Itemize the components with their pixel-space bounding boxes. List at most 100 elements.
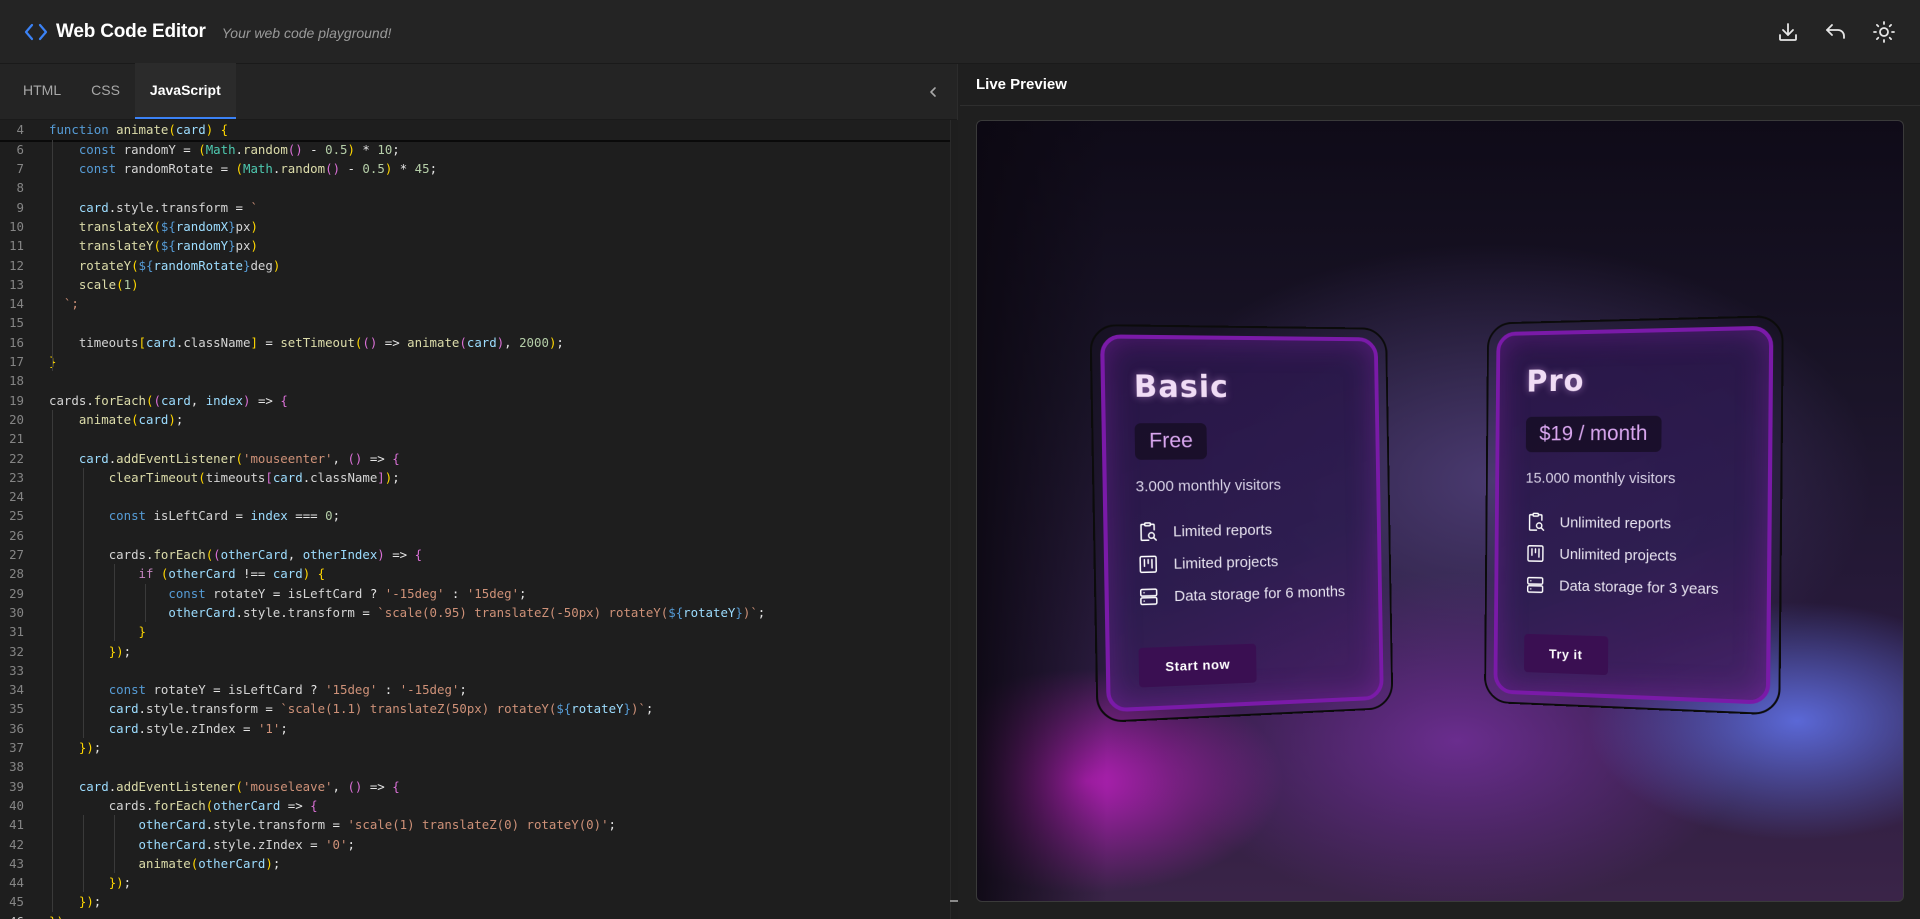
code-line[interactable]: 10 translateX(${randomX}px): [0, 217, 950, 236]
line-number: 37: [9, 740, 24, 755]
line-number: 28: [9, 566, 24, 582]
kanban-board-icon: [1137, 553, 1160, 576]
indent-guide: [145, 583, 146, 623]
code-line[interactable]: 40 cards.forEach(otherCard => {: [0, 796, 950, 815]
code-line[interactable]: 20 animate(card);: [0, 410, 950, 429]
preview-title: Live Preview: [960, 64, 1920, 106]
code-line[interactable]: 16 timeouts[card.className] = setTimeout…: [0, 333, 950, 352]
indent-guide: [52, 409, 53, 912]
line-number: 22: [9, 450, 24, 466]
sun-icon[interactable]: [1872, 20, 1896, 44]
card-body: Pro $19 / month 15.000 monthly visitors …: [1493, 325, 1774, 705]
code-line[interactable]: 4 function animate(card) {: [0, 120, 950, 139]
start-now-button[interactable]: Start now: [1138, 643, 1257, 688]
code-line[interactable]: 33: [0, 661, 950, 680]
code-line[interactable]: 31 }: [0, 622, 950, 641]
line-number: 42: [9, 836, 24, 852]
line-number: 10: [9, 218, 24, 234]
code-line[interactable]: 7 const randomRotate = (Math.random() - …: [0, 159, 950, 178]
line-number: 44: [9, 875, 24, 891]
plan-price: $19 / month: [1525, 415, 1662, 453]
plan-visitors: 3.000 monthly visitors: [1135, 476, 1282, 496]
code-line[interactable]: 38: [0, 757, 950, 776]
code-line[interactable]: 46});: [0, 912, 950, 919]
line-number: 13: [9, 276, 24, 292]
line-number: 16: [9, 334, 24, 350]
code-line[interactable]: 29 const rotateY = isLeftCard ? '-15deg'…: [0, 584, 950, 603]
code-line[interactable]: 42 otherCard.style.zIndex = '0';: [0, 835, 950, 854]
clipboard-search-icon: [1136, 520, 1159, 543]
undo-icon[interactable]: [1824, 20, 1848, 44]
code-line[interactable]: 25 const isLeftCard = index === 0;: [0, 506, 950, 525]
app-header: Web Code Editor Your web code playground…: [0, 0, 1920, 64]
line-number: 14: [9, 296, 24, 312]
code-line[interactable]: 6 const randomY = (Math.random() - 0.5) …: [0, 140, 950, 159]
code-line[interactable]: 39 card.addEventListener('mouseleave', (…: [0, 777, 950, 796]
preview-frame[interactable]: Basic Free 3.000 monthly visitors Limite…: [976, 120, 1904, 902]
line-number: 12: [9, 257, 24, 273]
plan-price: Free: [1134, 423, 1208, 460]
code-line[interactable]: 35 card.style.transform = `scale(1.1) tr…: [0, 699, 950, 718]
code-line[interactable]: 41 otherCard.style.transform = 'scale(1)…: [0, 815, 950, 834]
tab-html[interactable]: HTML: [8, 63, 76, 119]
code-line[interactable]: 44 });: [0, 873, 950, 892]
line-number: 40: [9, 797, 24, 813]
code-line[interactable]: 17}: [0, 352, 950, 371]
code-line[interactable]: 15: [0, 313, 950, 332]
code-line[interactable]: 36 card.style.zIndex = '1';: [0, 719, 950, 738]
line-number: 34: [9, 682, 24, 698]
plan-name: Basic: [1133, 369, 1230, 405]
line-number: 7: [16, 161, 24, 176]
pricing-card-basic[interactable]: Basic Free 3.000 monthly visitors Limite…: [1089, 323, 1394, 724]
code-editor[interactable]: 4 function animate(card) {6 const randomY…: [0, 120, 958, 919]
editor-scrollbar[interactable]: [950, 120, 958, 919]
tab-javascript[interactable]: JavaScript: [134, 63, 236, 119]
code-line[interactable]: 11 translateY(${randomY}px): [0, 236, 950, 255]
line-number: 30: [9, 604, 24, 620]
code-line[interactable]: 30 otherCard.style.transform = `scale(0.…: [0, 603, 950, 622]
code-line[interactable]: 37 });: [0, 738, 950, 757]
feature-label: Unlimited projects: [1559, 545, 1677, 565]
indent-guide: [83, 815, 84, 893]
code-line[interactable]: 28 if (otherCard !== card) {: [0, 564, 950, 583]
code-line[interactable]: 24: [0, 487, 950, 506]
feature-item: Data storage for 6 months: [1137, 575, 1351, 613]
code-line[interactable]: 13 scale(1): [0, 275, 950, 294]
tab-css[interactable]: CSS: [76, 63, 135, 119]
indent-guide: [83, 467, 84, 738]
kanban-board-icon: [1525, 543, 1546, 565]
line-number: 17: [9, 354, 24, 369]
code-line[interactable]: 12 rotateY(${randomRotate}deg): [0, 256, 950, 275]
code-line[interactable]: 43 animate(otherCard);: [0, 854, 950, 873]
code-line[interactable]: 8: [0, 178, 950, 197]
feature-label: Data storage for 6 months: [1174, 582, 1346, 605]
line-number: 23: [9, 469, 24, 485]
code-line[interactable]: 14 `;: [0, 294, 950, 313]
pricing-card-pro[interactable]: Pro $19 / month 15.000 monthly visitors …: [1484, 315, 1784, 716]
code-line[interactable]: 27 cards.forEach((otherCard, otherIndex)…: [0, 545, 950, 564]
code-brackets-icon: [24, 23, 48, 40]
download-icon[interactable]: [1776, 20, 1800, 44]
code-line[interactable]: 32 });: [0, 642, 950, 661]
code-line[interactable]: 9 card.style.transform = `: [0, 198, 950, 217]
feature-item: Limited reports: [1136, 512, 1350, 548]
feature-list: Unlimited reports Unlimited projects Dat…: [1525, 506, 1739, 605]
code-line[interactable]: 22 card.addEventListener('mouseenter', (…: [0, 449, 950, 468]
code-line[interactable]: 26: [0, 526, 950, 545]
plan-name: Pro: [1526, 363, 1585, 400]
line-number: 43: [9, 855, 24, 871]
line-number: 20: [9, 411, 24, 427]
feature-label: Unlimited reports: [1559, 513, 1672, 532]
code-line[interactable]: 34 const rotateY = isLeftCard ? '15deg' …: [0, 680, 950, 699]
line-number: 25: [9, 508, 24, 524]
chevron-left-icon[interactable]: [925, 84, 941, 100]
code-line[interactable]: 45 });: [0, 892, 950, 911]
code-line[interactable]: 23 clearTimeout(timeouts[card.className]…: [0, 468, 950, 487]
try-it-button[interactable]: Try it: [1523, 633, 1608, 676]
line-number: 26: [9, 527, 24, 543]
code-line[interactable]: 18: [0, 371, 950, 390]
sticky-scroll-divider: [0, 140, 950, 142]
code-line[interactable]: 21: [0, 429, 950, 448]
editor-tabs: HTML CSS JavaScript: [0, 63, 957, 120]
code-line[interactable]: 19 cards.forEach((card, index) => {: [0, 391, 950, 410]
